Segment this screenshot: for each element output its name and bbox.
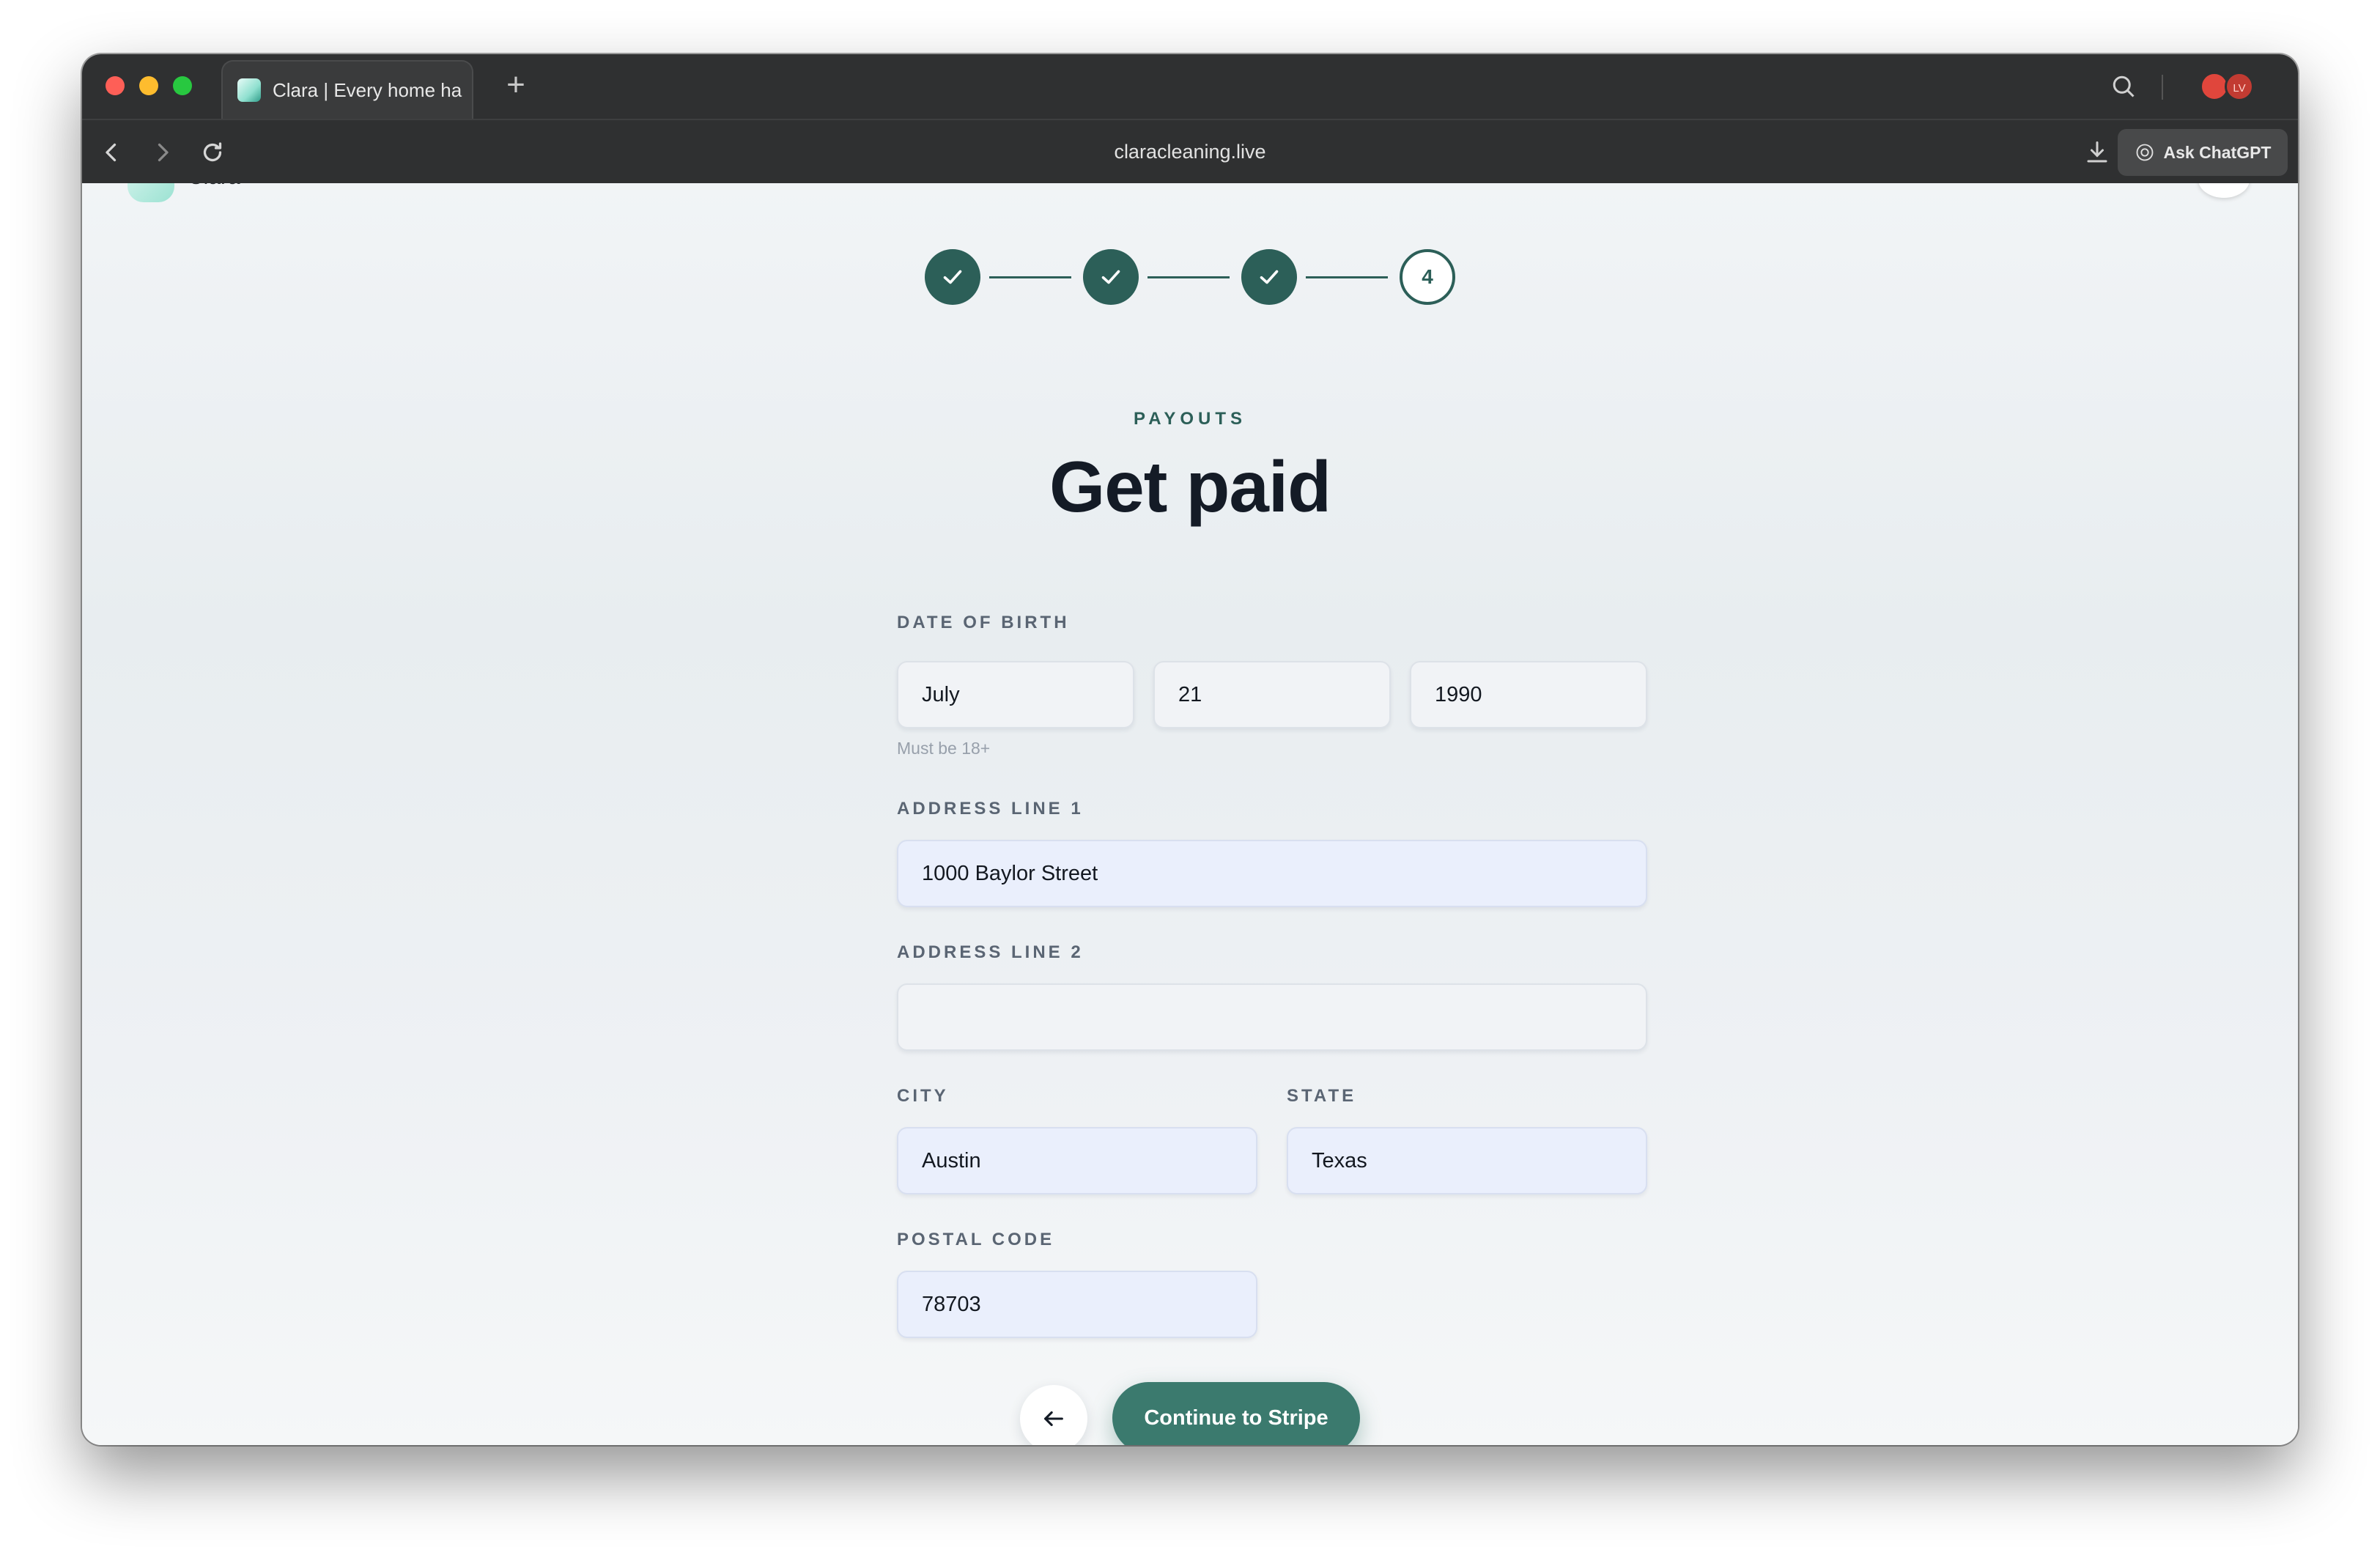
back-button[interactable]	[1020, 1385, 1087, 1445]
tab-title: Clara | Every home ha	[273, 78, 462, 101]
url-field[interactable]: claracleaning.live	[82, 141, 2298, 163]
logo-text: Clara	[188, 183, 240, 189]
maximize-window-button[interactable]	[173, 76, 192, 95]
city-label: CITY	[897, 1086, 949, 1106]
state-label: STATE	[1287, 1086, 1357, 1106]
account-menu-button[interactable]	[2198, 183, 2250, 198]
address-bar: claracleaning.live Ask ChatGPT	[82, 119, 2298, 183]
openai-icon	[2136, 144, 2153, 161]
city-input[interactable]: Austin	[897, 1127, 1257, 1194]
postal-code-input[interactable]: 78703	[897, 1271, 1257, 1338]
browser-window: Clara | Every home ha + LV claracleaning…	[82, 54, 2298, 1445]
profile-avatar: LV	[2225, 72, 2254, 101]
toolbar-divider	[2162, 75, 2163, 100]
address1-label: ADDRESS LINE 1	[897, 799, 1084, 819]
dob-label: DATE OF BIRTH	[897, 613, 1070, 632]
address2-label: ADDRESS LINE 2	[897, 942, 1084, 962]
ask-chatgpt-label: Ask ChatGPT	[2163, 142, 2272, 162]
tab-active[interactable]: Clara | Every home ha	[221, 60, 473, 119]
address2-input[interactable]	[897, 983, 1647, 1051]
postal-label: POSTAL CODE	[897, 1230, 1055, 1249]
minimize-window-button[interactable]	[139, 76, 158, 95]
dob-month-select[interactable]: July	[897, 661, 1134, 728]
dob-day-input[interactable]: 21	[1153, 661, 1391, 728]
continue-to-stripe-button[interactable]: Continue to Stripe	[1112, 1382, 1360, 1445]
arrow-left-icon	[1044, 1411, 1063, 1427]
dob-hint: Must be 18+	[897, 739, 991, 758]
payout-form: DATE OF BIRTH July 21 1990 Must be 18+ A…	[815, 183, 1647, 1445]
dob-year-input[interactable]: 1990	[1410, 661, 1647, 728]
clara-favicon-icon	[237, 78, 261, 102]
state-input[interactable]: Texas	[1287, 1127, 1647, 1194]
download-icon[interactable]	[2084, 139, 2110, 166]
clara-logo-icon[interactable]	[128, 183, 174, 202]
search-icon[interactable]	[2110, 73, 2137, 100]
ask-chatgpt-button[interactable]: Ask ChatGPT	[2118, 129, 2288, 176]
address1-input[interactable]: 1000 Baylor Street	[897, 840, 1647, 907]
profile-avatars[interactable]: LV	[2200, 72, 2258, 101]
new-tab-button[interactable]: +	[500, 69, 532, 103]
page-content: Clara 4 PAYOUTS Get paid DATE OF BIRTH J…	[82, 183, 2298, 1445]
close-window-button[interactable]	[106, 76, 125, 95]
tab-bar: Clara | Every home ha + LV	[82, 54, 2298, 119]
